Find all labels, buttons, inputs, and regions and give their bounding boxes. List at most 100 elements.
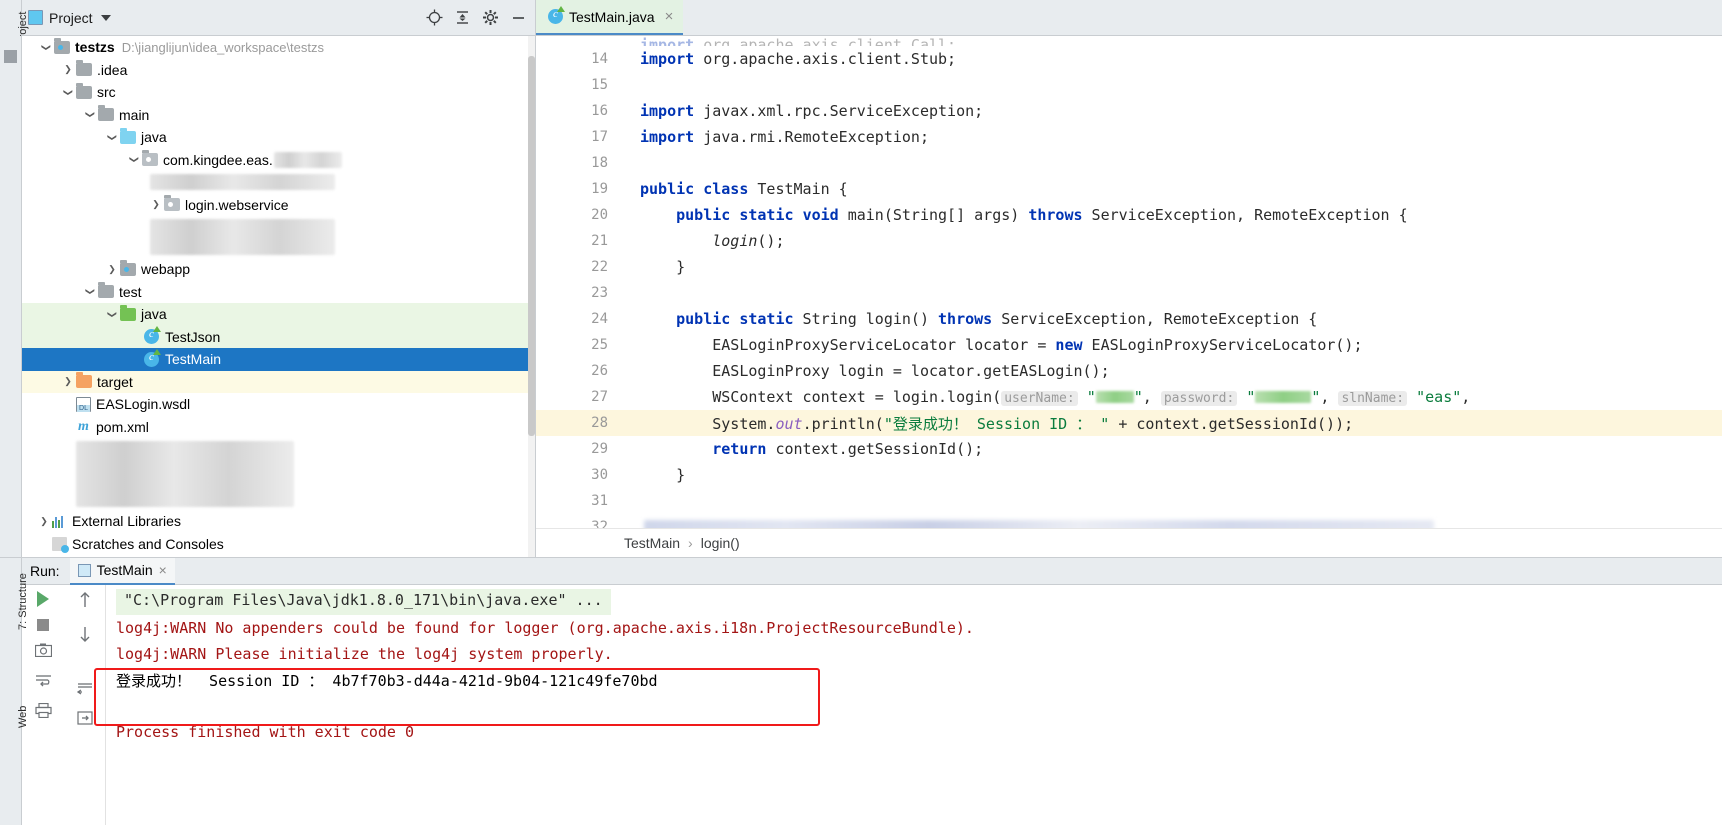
line-number: 18 <box>536 155 614 171</box>
code-line-15: 15 <box>536 72 1722 98</box>
structure-tool-window-label[interactable]: 7: Structure <box>17 573 29 630</box>
close-icon[interactable]: × <box>159 562 167 578</box>
chevron-right-icon[interactable] <box>60 376 76 387</box>
code-line-22: 22 } <box>536 254 1722 280</box>
tree-row-target[interactable]: target <box>22 370 535 393</box>
tree-row-webapp[interactable]: webapp <box>22 258 535 281</box>
tree-row-main[interactable]: main <box>22 104 535 127</box>
tree-row-pom[interactable]: m pom.xml <box>22 416 535 439</box>
tree-row-testjson[interactable]: TestJson <box>22 325 535 348</box>
print-icon[interactable] <box>34 702 52 722</box>
code-text: EASLoginProxy login = locator.getEASLogi… <box>640 362 1110 380</box>
tree-scrollbar[interactable] <box>528 36 535 557</box>
collapse-all-icon[interactable] <box>451 7 473 29</box>
tree-row-main-java[interactable]: java <box>22 126 535 149</box>
line-number: 31 <box>536 493 614 509</box>
code-area[interactable]: import org.apache.axis.client.Call; 14 i… <box>536 36 1722 528</box>
tree-row-external-libraries[interactable]: External Libraries <box>22 510 535 533</box>
chevron-down-icon[interactable] <box>104 309 120 320</box>
tree-label: External Libraries <box>72 513 181 530</box>
chevron-down-icon[interactable] <box>60 87 76 98</box>
param-hint-username: userName: <box>1001 391 1078 406</box>
libraries-icon <box>52 515 67 528</box>
code-text: public class TestMain { <box>640 180 848 198</box>
code-text: System.out.println("登录成功！ Session ID ： "… <box>640 414 1354 433</box>
stop-icon[interactable] <box>37 619 49 631</box>
tree-row-testzs[interactable]: testzs D:\jianglijun\idea_workspace\test… <box>22 36 535 59</box>
tree-row-redacted-3[interactable] <box>22 438 535 510</box>
console-output[interactable]: "C:\Program Files\Java\jdk1.8.0_171\bin\… <box>94 585 1722 825</box>
breadcrumb-method[interactable]: login() <box>701 535 740 551</box>
code-text: WSContext context = login.login(userName… <box>640 388 1471 406</box>
run-tab-testmain[interactable]: TestMain × <box>69 557 175 585</box>
chevron-down-icon[interactable] <box>82 109 98 120</box>
locate-icon[interactable] <box>423 7 445 29</box>
java-class-icon <box>144 348 161 367</box>
chevron-right-icon[interactable] <box>148 199 164 210</box>
up-arrow-icon[interactable] <box>78 591 92 613</box>
java-class-icon <box>548 6 565 24</box>
line-number: 22 <box>536 259 614 275</box>
tree-row-test-java[interactable]: java <box>22 303 535 326</box>
tree-row-redacted-2[interactable] <box>22 216 535 258</box>
tree-row-scratches[interactable]: Scratches and Consoles <box>22 533 535 556</box>
tree-row-idea[interactable]: .idea <box>22 59 535 82</box>
code-text <box>640 518 1434 528</box>
code-text: import java.rmi.RemoteException; <box>640 128 929 146</box>
code-text: } <box>640 466 686 484</box>
chevron-right-icon[interactable] <box>104 264 120 275</box>
tree-row-package[interactable]: com.kingdee.eas. <box>22 149 535 172</box>
tree-row-redacted-1[interactable] <box>22 171 535 194</box>
line-number: 25 <box>536 337 614 353</box>
left-tool-strip-bottom: 7: Structure Web <box>0 558 29 825</box>
run-main: Run: TestMain × "C:\Program Files\Java\j… <box>22 557 1722 825</box>
chevron-down-icon[interactable] <box>38 42 54 53</box>
code-line-32: 32 <box>536 514 1722 528</box>
gear-icon[interactable] <box>479 7 501 29</box>
breadcrumb-class[interactable]: TestMain <box>624 535 680 551</box>
tool-window-icon[interactable] <box>4 50 17 63</box>
chevron-down-icon[interactable] <box>100 14 111 21</box>
wsdl-file-icon <box>76 396 91 412</box>
code-text: import org.apache.axis.client.Call; <box>640 36 957 46</box>
minimize-icon[interactable] <box>507 7 529 29</box>
line-number: 20 <box>536 207 614 223</box>
down-arrow-icon[interactable] <box>78 625 92 647</box>
redacted-row <box>76 441 294 507</box>
line-number: 28 <box>536 415 614 431</box>
project-tree[interactable]: testzs D:\jianglijun\idea_workspace\test… <box>22 36 536 557</box>
tree-row-testmain[interactable]: TestMain <box>22 348 535 371</box>
chevron-down-icon[interactable] <box>82 286 98 297</box>
breadcrumb-separator: › <box>688 534 693 551</box>
run-toolbar <box>22 585 106 825</box>
project-panel-title[interactable]: Project <box>49 10 93 26</box>
chevron-right-icon[interactable] <box>36 516 52 527</box>
tree-row-wsdl[interactable]: EASLogin.wsdl <box>22 393 535 416</box>
idea-window: 1: Project Project TestMain.java <box>0 0 1722 825</box>
run-icon[interactable] <box>37 591 49 607</box>
tree-row-src[interactable]: src <box>22 81 535 104</box>
wrap-icon[interactable] <box>35 673 52 691</box>
chevron-down-icon[interactable] <box>126 154 142 165</box>
code-line-19: 19 public class TestMain { <box>536 176 1722 202</box>
soft-wrap-icon[interactable] <box>76 681 93 699</box>
tree-label: EASLogin.wsdl <box>96 396 191 413</box>
camera-icon[interactable] <box>34 643 52 661</box>
chevron-down-icon[interactable] <box>104 132 120 143</box>
breadcrumb[interactable]: TestMain › login() <box>536 528 1722 556</box>
code-editor[interactable]: import org.apache.axis.client.Call; 14 i… <box>536 36 1722 557</box>
tree-label: testzs <box>75 39 115 56</box>
chevron-right-icon[interactable] <box>60 64 76 75</box>
close-icon[interactable]: × <box>665 8 674 25</box>
line-number: 16 <box>536 103 614 119</box>
tree-row-login-webservice[interactable]: login.webservice <box>22 194 535 217</box>
editor-tab-testmain[interactable]: TestMain.java × <box>536 0 684 35</box>
export-icon[interactable] <box>76 711 93 729</box>
folder-icon <box>98 282 114 299</box>
source-folder-icon <box>120 127 136 144</box>
web-tool-window-label[interactable]: Web <box>17 706 29 728</box>
line-number: 23 <box>536 285 614 301</box>
code-line-24: 24 public static String login() throws S… <box>536 306 1722 332</box>
scrollbar-thumb[interactable] <box>528 56 535 436</box>
tree-row-test[interactable]: test <box>22 281 535 304</box>
